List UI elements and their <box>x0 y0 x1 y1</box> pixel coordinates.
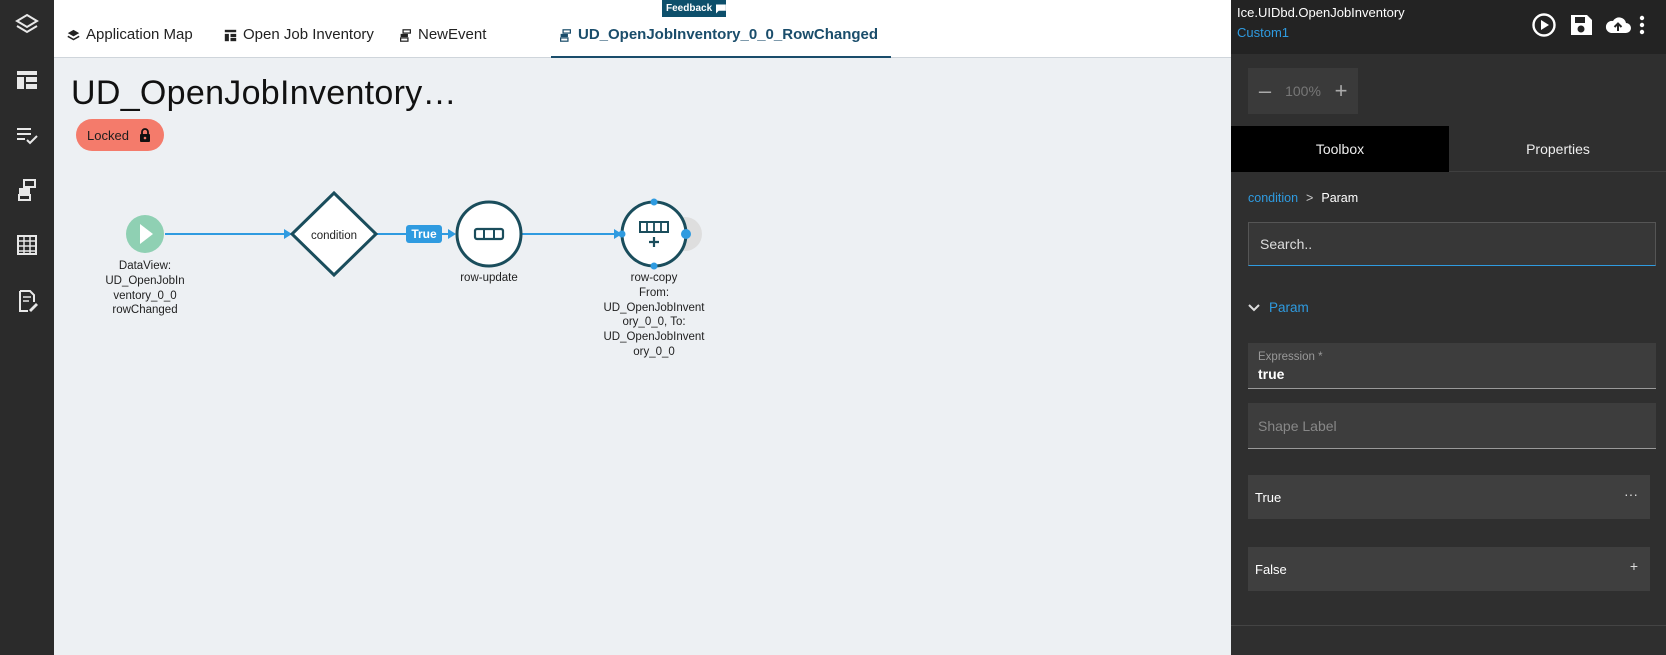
breadcrumb-current: Param <box>1321 191 1359 205</box>
row-copy-label: row-copy From: UD_OpenJobInvent ory_0_0,… <box>594 271 714 360</box>
tab-properties[interactable]: Properties <box>1449 126 1666 172</box>
save-icon[interactable] <box>1568 12 1594 38</box>
cloud-upload-icon[interactable] <box>1605 12 1631 38</box>
section-title: Param <box>1269 300 1309 315</box>
zoom-control: – 100% + <box>1248 68 1358 114</box>
breadcrumb-separator: > <box>1306 191 1314 205</box>
more-vertical-icon[interactable] <box>1635 12 1649 38</box>
shape-label-placeholder: Shape Label <box>1258 418 1337 434</box>
zoom-out-button[interactable]: – <box>1254 78 1276 103</box>
copy-label-line: ory_0_0, To: <box>622 316 686 329</box>
start-label-line: ventory_0_0 <box>113 289 177 302</box>
flow-connector <box>165 229 292 239</box>
panel-header: Ice.UIDbd.OpenJobInventory Custom1 <box>1231 0 1666 54</box>
start-label-line: UD_OpenJobIn <box>105 274 185 287</box>
start-label-line: DataView: <box>118 260 172 272</box>
breadcrumb: condition > Param <box>1248 191 1358 205</box>
tab-toolbox[interactable]: Toolbox <box>1231 126 1449 172</box>
chevron-down-icon <box>1248 303 1260 311</box>
copy-label-line: UD_OpenJobInvent <box>603 301 705 314</box>
run-icon[interactable] <box>1531 12 1557 38</box>
properties-panel: Ice.UIDbd.OpenJobInventory Custom1 – 100… <box>1231 0 1666 655</box>
more-horizontal-icon[interactable]: ··· <box>1624 486 1638 502</box>
shape-label-field[interactable]: Shape Label <box>1248 403 1656 449</box>
add-icon[interactable]: + <box>1630 558 1638 574</box>
row-copy-node[interactable] <box>618 198 703 270</box>
condition-node-label: condition <box>311 230 357 242</box>
app-name: Ice.UIDbd.OpenJobInventory <box>1237 5 1405 20</box>
false-branch-row: False + <box>1248 547 1650 591</box>
divider <box>1231 625 1666 626</box>
layer-name-link[interactable]: Custom1 <box>1237 25 1289 40</box>
true-branch-row: True ··· <box>1248 475 1650 519</box>
copy-label-line: row-copy <box>630 272 678 284</box>
expression-field[interactable]: Expression * true <box>1248 343 1656 389</box>
start-node-label: DataView: UD_OpenJobIn ventory_0_0 rowCh… <box>95 259 195 318</box>
breadcrumb-parent[interactable]: condition <box>1248 191 1298 205</box>
copy-label-line: UD_OpenJobInvent <box>603 331 705 344</box>
expression-value: true <box>1258 366 1285 382</box>
row-update-node[interactable] <box>455 200 523 268</box>
zoom-level: 100% <box>1285 83 1321 99</box>
row-update-label: row-update <box>460 272 518 284</box>
start-node[interactable] <box>126 215 164 253</box>
zoom-in-button[interactable]: + <box>1330 78 1352 103</box>
copy-label-line: From: <box>638 286 670 299</box>
search-input[interactable] <box>1248 222 1656 266</box>
start-label-line: rowChanged <box>112 304 178 317</box>
copy-label-line: ory_0_0 <box>633 345 675 358</box>
expression-label: Expression * <box>1258 351 1323 363</box>
param-section-toggle[interactable]: Param <box>1248 300 1309 315</box>
flow-connector <box>522 229 622 239</box>
true-branch-label: True <box>1255 489 1282 505</box>
true-badge-label: True <box>411 227 437 241</box>
panel-tabs: Toolbox Properties <box>1231 126 1666 172</box>
false-branch-label: False <box>1255 561 1287 577</box>
